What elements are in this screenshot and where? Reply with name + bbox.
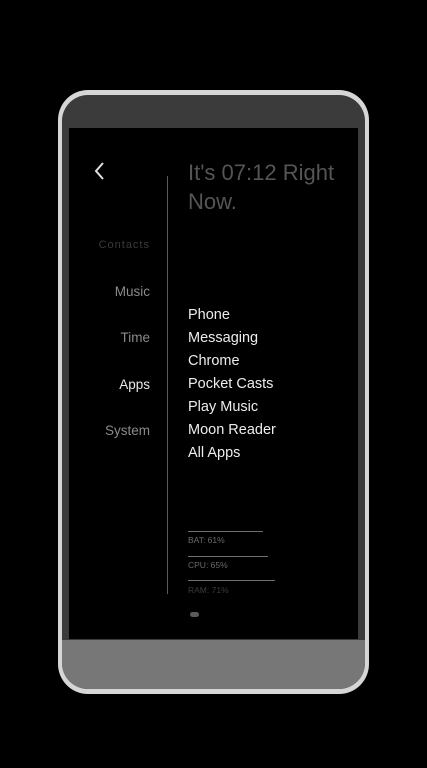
page: It's 07:12 Right Now. Contacts Music Tim… — [0, 0, 427, 768]
menu-item-time[interactable]: Time — [121, 330, 151, 345]
phone-chin — [62, 640, 365, 689]
app-item-chrome[interactable]: Chrome — [188, 350, 276, 373]
cpu-bar — [188, 556, 268, 557]
time-heading: It's 07:12 Right Now. — [188, 160, 335, 214]
page-indicator — [190, 612, 199, 617]
app-item-phone[interactable]: Phone — [188, 304, 276, 327]
app-list: Phone Messaging Chrome Pocket Casts Play… — [188, 304, 276, 465]
ram-label: RAM: 71% — [188, 585, 229, 595]
menu-item-apps[interactable]: Apps — [119, 377, 150, 392]
battery-label: BAT: 61% — [188, 535, 225, 545]
app-item-play-music[interactable]: Play Music — [188, 396, 276, 419]
menu-item-music[interactable]: Music — [115, 284, 150, 299]
app-item-pocket-casts[interactable]: Pocket Casts — [188, 373, 276, 396]
app-item-messaging[interactable]: Messaging — [188, 327, 276, 350]
ram-bar — [188, 580, 275, 581]
cpu-label: CPU: 65% — [188, 560, 228, 570]
menu-item-contacts[interactable]: Contacts — [99, 239, 150, 251]
battery-bar — [188, 531, 263, 532]
launcher-screen: It's 07:12 Right Now. Contacts Music Tim… — [69, 128, 358, 639]
app-item-moon-reader[interactable]: Moon Reader — [188, 419, 276, 442]
chevron-left-icon — [94, 162, 104, 180]
app-item-all-apps[interactable]: All Apps — [188, 442, 276, 465]
menu-divider — [167, 176, 168, 594]
back-button[interactable] — [91, 160, 111, 182]
menu-item-system[interactable]: System — [105, 423, 150, 438]
